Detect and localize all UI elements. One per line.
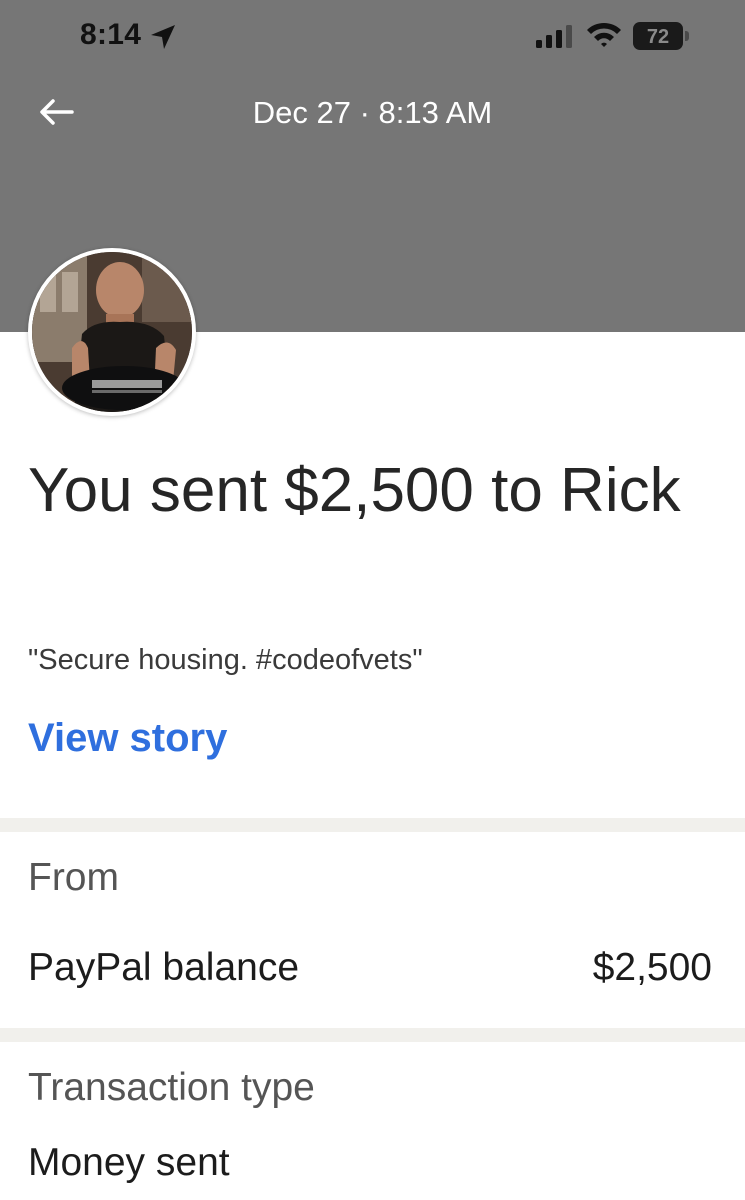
- battery-icon: 72: [633, 22, 691, 50]
- wifi-icon: [587, 22, 621, 47]
- transaction-type-value: Money sent: [28, 1141, 230, 1184]
- funding-source: PayPal balance: [28, 946, 300, 989]
- recipient-avatar: [28, 248, 196, 416]
- section-divider: [0, 818, 745, 832]
- transaction-type-label: Transaction type: [28, 1066, 315, 1109]
- from-label: From: [28, 856, 119, 899]
- status-time: 8:14: [80, 18, 142, 51]
- view-story-link[interactable]: View story: [28, 716, 227, 761]
- location-arrow-icon: [151, 25, 175, 49]
- battery-level: 72: [646, 26, 670, 48]
- cellular-signal-icon: [536, 25, 572, 48]
- payment-note: "Secure housing. #codeofvets": [28, 644, 423, 676]
- transaction-headline: You sent $2,500 to Rick: [28, 456, 681, 525]
- funding-amount: $2,500: [592, 946, 712, 989]
- section-divider: [0, 1028, 745, 1042]
- transaction-date-title: Dec 27 · 8:13 AM: [252, 95, 493, 130]
